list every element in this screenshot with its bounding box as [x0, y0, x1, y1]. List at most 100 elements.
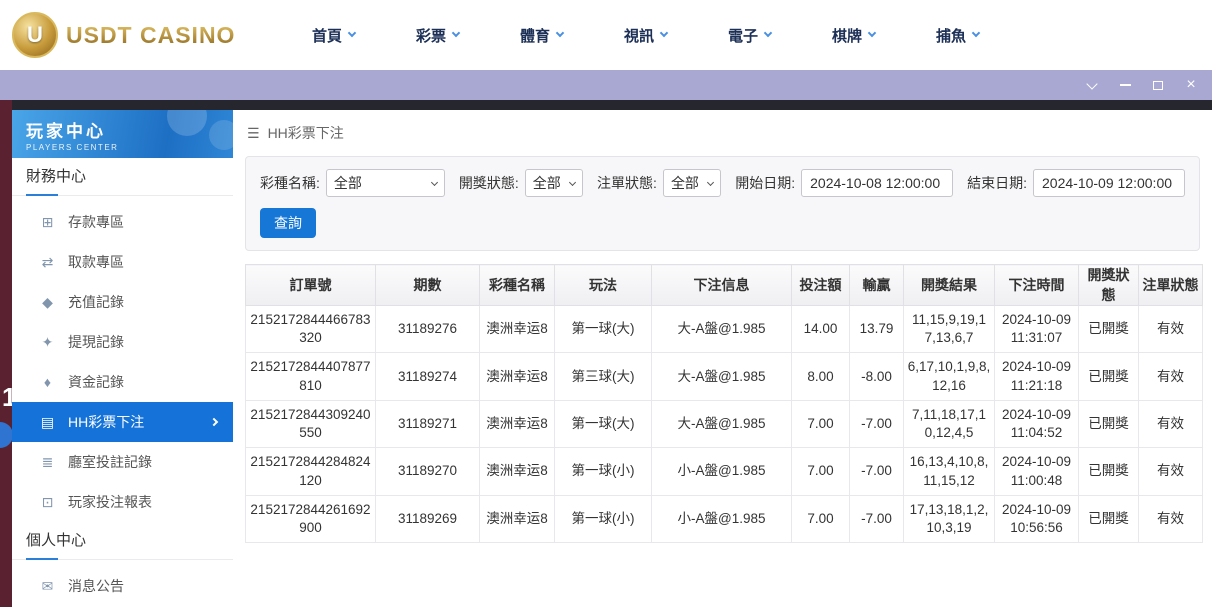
sidebar-item-player-bet-report[interactable]: ⊡ 玩家投注報表 [12, 482, 233, 522]
sidebar-item-deposit[interactable]: ⊞ 存款專區 [12, 202, 233, 242]
funds-record-icon: ♦ [39, 374, 56, 390]
logo-text: USDT CASINO [66, 22, 235, 49]
chevron-down-icon [1086, 78, 1097, 89]
sidebar-subtitle: PLAYERS CENTER [26, 143, 233, 152]
table-cell: 已開獎 [1079, 400, 1139, 447]
chevron-down-icon [569, 178, 576, 185]
table-cell: 2152172844407877810 [246, 353, 376, 400]
menu-item-label: 充值記錄 [68, 292, 124, 312]
sidebar-item-hh-lottery-bet[interactable]: ▤ HH彩票下注 [12, 402, 233, 442]
main-nav: 首頁 彩票 體育 視訊 電子 棋牌 捕魚 [281, 0, 1009, 70]
table-cell: -8.00 [850, 353, 904, 400]
site-logo[interactable]: U USDT CASINO [12, 12, 235, 58]
start-date-label: 開始日期: [735, 173, 795, 193]
table-cell: 有效 [1139, 353, 1203, 400]
column-header: 投注額 [792, 265, 850, 306]
main-panel: ☰ HH彩票下注 彩種名稱: 全部 開獎狀態: 全部 注單狀態: 全部 [233, 110, 1212, 607]
table-cell: -7.00 [850, 495, 904, 542]
nav-item[interactable]: 捕魚 [905, 0, 1009, 70]
table-cell: 7,11,18,17,10,12,4,5 [904, 400, 995, 447]
column-header: 下注信息 [652, 265, 792, 306]
room-bet-record-icon: ≣ [39, 454, 56, 471]
hamburger-icon[interactable]: ☰ [247, 125, 260, 142]
nav-item-label: 棋牌 [832, 25, 862, 46]
maximize-button[interactable] [1145, 72, 1171, 98]
table-cell: 2152172844466783320 [246, 306, 376, 353]
table-cell: 已開獎 [1079, 448, 1139, 495]
lottery-name-label: 彩種名稱: [260, 173, 320, 193]
table-body: 215217284446678332031189276澳洲幸运8第一球(大)大-… [246, 306, 1203, 543]
sidebar-item-cashout-record[interactable]: ✦ 提現記錄 [12, 322, 233, 362]
table-cell: 大-A盤@1.985 [652, 400, 792, 447]
table-cell: 6,17,10,1,9,8,12,16 [904, 353, 995, 400]
minimize-button[interactable] [1112, 72, 1138, 98]
sidebar-item-room-bet-record[interactable]: ≣ 廳室投註記錄 [12, 442, 233, 482]
table-cell: 有效 [1139, 495, 1203, 542]
collapse-button[interactable] [1079, 72, 1105, 98]
nav-item-label: 首頁 [312, 25, 342, 46]
page-title: HH彩票下注 [268, 123, 344, 143]
nav-item[interactable]: 棋牌 [801, 0, 905, 70]
table-cell: 第一球(大) [555, 400, 652, 447]
order-status-select[interactable]: 全部 [663, 169, 721, 197]
menu-item-label: 玩家投注報表 [68, 492, 152, 512]
nav-item-label: 電子 [728, 25, 758, 46]
nav-item[interactable]: 首頁 [281, 0, 385, 70]
table-cell: 2024-10-09 11:31:07 [995, 306, 1079, 353]
table-cell: 已開獎 [1079, 306, 1139, 353]
logo-icon: U [12, 12, 58, 58]
withdraw-icon: ⇄ [39, 254, 56, 271]
search-button[interactable]: 查詢 [260, 208, 316, 238]
chevron-down-icon [660, 29, 668, 37]
site-header: U USDT CASINO 首頁 彩票 體育 視訊 電子 棋牌 捕魚 [0, 0, 1212, 70]
chevron-down-icon [556, 29, 564, 37]
menu-item-label: 消息公告 [68, 576, 124, 596]
bets-table: 訂單號期數彩種名稱玩法下注信息投注額輸贏開獎結果下注時間開獎狀態注單狀態 215… [245, 264, 1203, 543]
menu-item-label: 提現記錄 [68, 332, 124, 352]
column-header: 期數 [376, 265, 480, 306]
close-button[interactable]: × [1178, 72, 1204, 98]
menu-item-label: 存款專區 [68, 212, 124, 232]
cashout-record-icon: ✦ [39, 334, 56, 351]
table-cell: 13.79 [850, 306, 904, 353]
table-cell: 大-A盤@1.985 [652, 306, 792, 353]
nav-item[interactable]: 體育 [489, 0, 593, 70]
table-cell: 8.00 [792, 353, 850, 400]
close-icon: × [1186, 77, 1195, 93]
table-cell: 11,15,9,19,17,13,6,7 [904, 306, 995, 353]
chevron-right-icon [210, 418, 218, 426]
end-date-input[interactable] [1033, 169, 1185, 197]
table-cell: 澳洲幸运8 [480, 353, 555, 400]
menu-item-label: 廳室投註記錄 [68, 452, 152, 472]
table-cell: 小-A盤@1.985 [652, 495, 792, 542]
menu-item-label: HH彩票下注 [68, 412, 144, 432]
select-value: 全部 [533, 173, 561, 193]
chevron-down-icon [972, 29, 980, 37]
start-date-input[interactable] [801, 169, 953, 197]
table-cell: 7.00 [792, 448, 850, 495]
table-cell: 第一球(小) [555, 448, 652, 495]
nav-item-label: 彩票 [416, 25, 446, 46]
nav-item[interactable]: 電子 [697, 0, 801, 70]
sidebar-item-recharge-record[interactable]: ◆ 充值記錄 [12, 282, 233, 322]
order-status-label: 注單狀態: [597, 173, 657, 193]
draw-status-select[interactable]: 全部 [525, 169, 583, 197]
nav-item[interactable]: 視訊 [593, 0, 697, 70]
end-date-label: 結束日期: [967, 173, 1027, 193]
table-cell: 31189276 [376, 306, 480, 353]
column-header: 開獎結果 [904, 265, 995, 306]
nav-item[interactable]: 彩票 [385, 0, 489, 70]
table-cell: 已開獎 [1079, 495, 1139, 542]
sidebar-item-withdraw[interactable]: ⇄ 取款專區 [12, 242, 233, 282]
table-cell: 已開獎 [1079, 353, 1139, 400]
table-cell: 17,13,18,1,2,10,3,19 [904, 495, 995, 542]
draw-status-label: 開獎狀態: [459, 173, 519, 193]
sidebar-menu: 財務中心 ⊞ 存款專區 ⇄ 取款專區 ◆ 充值記錄 ✦ 提現記錄 ♦ 資金記錄 … [12, 158, 233, 606]
sidebar-item-message-announcement[interactable]: ✉ 消息公告 [12, 566, 233, 606]
sidebar-item-funds-record[interactable]: ♦ 資金記錄 [12, 362, 233, 402]
table-cell: 2024-10-09 11:21:18 [995, 353, 1079, 400]
chevron-down-icon [764, 29, 772, 37]
chevron-down-icon [707, 178, 714, 185]
table-cell: 有效 [1139, 400, 1203, 447]
lottery-name-select[interactable]: 全部 [326, 169, 445, 197]
